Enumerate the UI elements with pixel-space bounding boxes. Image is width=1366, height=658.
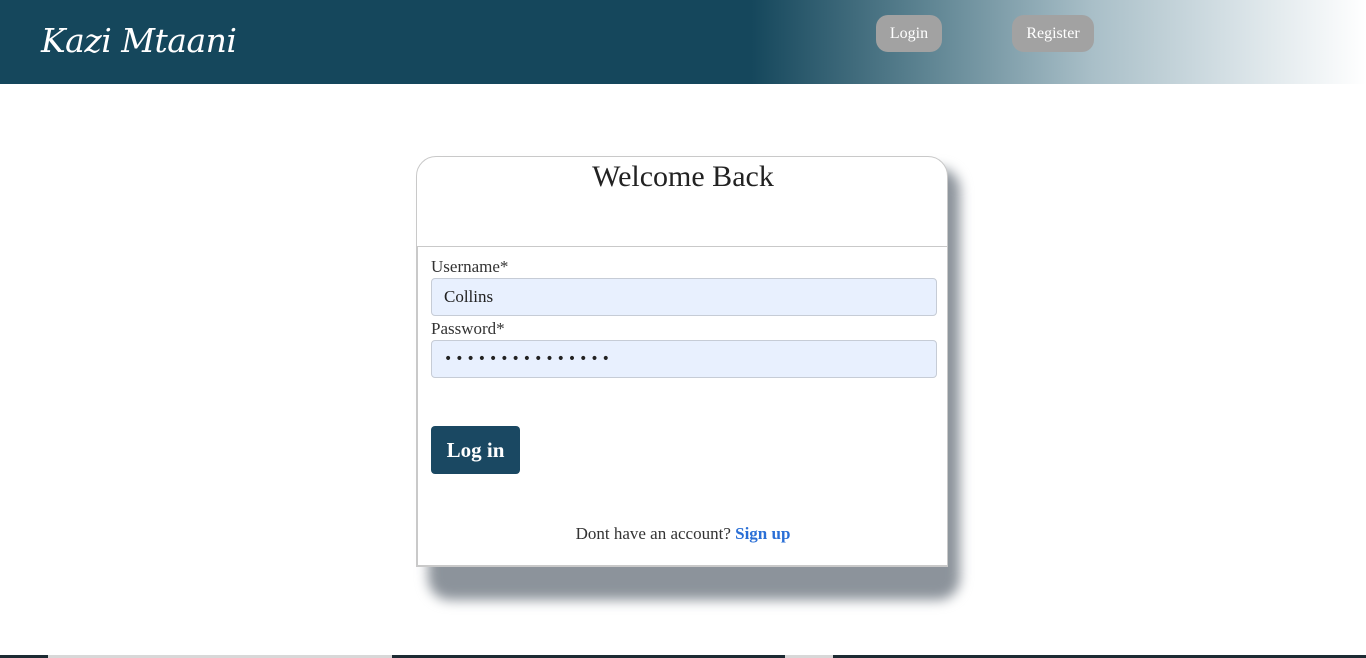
login-submit-button[interactable]: Log in [431,426,520,474]
signup-link[interactable]: Sign up [735,524,790,543]
page-title: Welcome Back [592,160,774,193]
username-label: Username* [431,257,509,276]
login-card: Welcome Back Username* Collins Password*… [416,156,948,567]
password-input[interactable]: ••••••••••••••• [431,340,937,378]
nav-register-button[interactable]: Register [1012,15,1094,52]
username-input[interactable]: Collins [431,278,937,316]
top-navbar: Kazi Mtaani Login Register [0,0,1366,84]
nav-login-button[interactable]: Login [876,15,942,52]
password-label: Password* [431,319,505,338]
login-form: Username* Collins Password* ••••••••••••… [417,246,947,566]
brand-logo[interactable]: Kazi Mtaani [41,19,237,63]
signup-prompt-text: Dont have an account? [575,524,736,543]
signup-prompt: Dont have an account? Sign up [418,524,948,544]
